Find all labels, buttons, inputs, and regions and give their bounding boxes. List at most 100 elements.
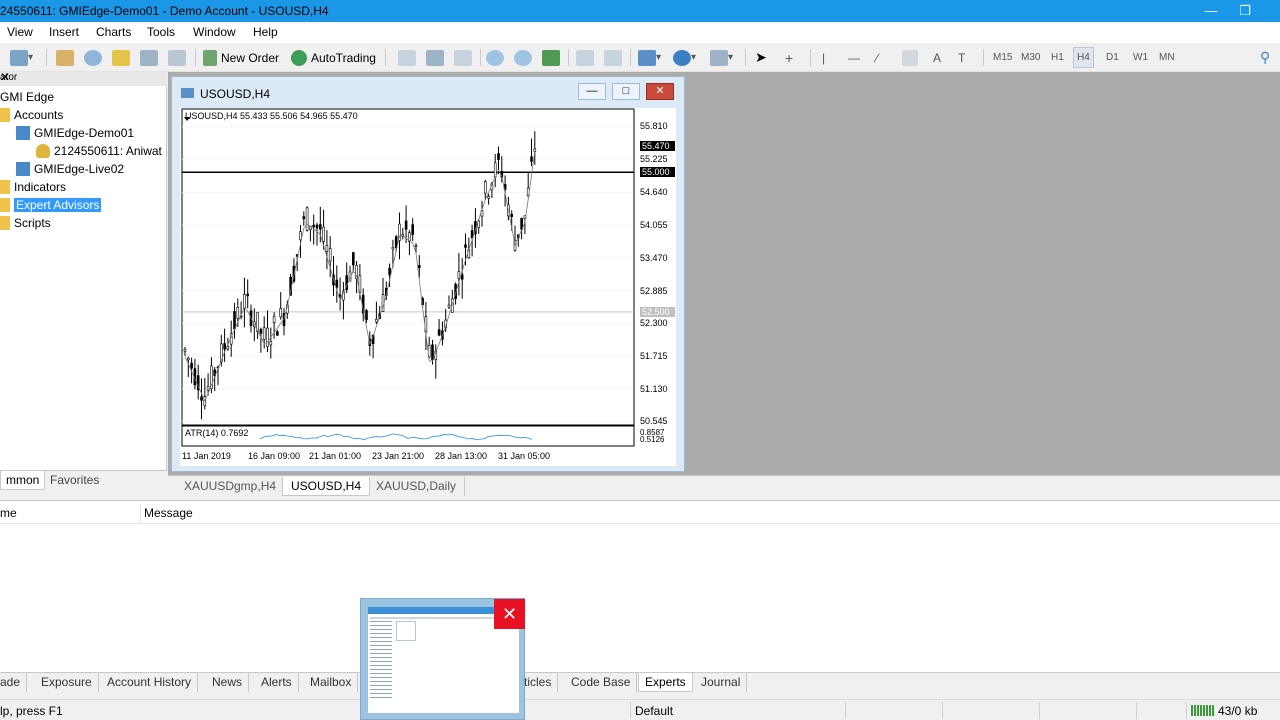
thumbnail-close-icon[interactable]: ✕ [494, 599, 525, 629]
new-order-button[interactable]: New Order [203, 47, 279, 68]
cursor-button[interactable]: ➤ [755, 47, 767, 68]
chart-tab-xauusd-daily[interactable]: XAUUSD,Daily [368, 477, 466, 496]
tree-root[interactable]: GMI Edge [0, 88, 54, 105]
line-chart-icon [454, 49, 472, 66]
price-tick: 52.300 [640, 318, 668, 328]
new-chart-button[interactable]: ▾ [10, 47, 33, 68]
tab-code-base[interactable]: Code Base [565, 673, 638, 692]
bar-chart-button[interactable] [398, 47, 416, 68]
zoom-in-button[interactable] [486, 47, 504, 68]
data-window-button[interactable] [84, 47, 102, 68]
crosshair-button[interactable]: + [785, 47, 793, 68]
indicators-button[interactable]: ▾ [638, 47, 661, 68]
tab-trade[interactable]: ade [0, 673, 28, 692]
terminal-button[interactable] [140, 47, 158, 68]
title-bar[interactable]: 24550611: GMIEdge-Demo01 - Demo Account … [0, 0, 1280, 22]
menu-view[interactable]: View [7, 25, 33, 39]
search-button[interactable]: ⚲ [1260, 47, 1270, 68]
tree-expert-advisors[interactable]: Expert Advisors [0, 196, 102, 213]
candle-body [464, 244, 467, 248]
channel-button[interactable] [902, 47, 918, 68]
crosshair-icon [84, 49, 102, 66]
vertical-line-button[interactable]: | [822, 47, 825, 68]
menu-charts[interactable]: Charts [96, 25, 131, 39]
taskbar-thumbnail[interactable]: ✕ [360, 598, 525, 720]
candlestick-button[interactable] [426, 47, 444, 68]
periods-button[interactable]: ▾ [673, 47, 696, 68]
strategy-tester-button[interactable] [168, 47, 186, 68]
tree-scripts[interactable]: Scripts [0, 214, 51, 231]
candle-body [315, 224, 319, 229]
column-time[interactable]: me [0, 506, 17, 520]
status-help: lp, press F1 [0, 704, 63, 718]
chart-close-button[interactable]: ✕ [646, 83, 674, 100]
price-chart[interactable] [180, 108, 676, 466]
text-button[interactable]: A [933, 47, 941, 68]
chart-window[interactable]: USOUSD,H4 — □ ✕ USOUSD,H4 55.433 55.506 … [171, 76, 685, 472]
tab-mailbox[interactable]: Mailbox [304, 673, 359, 692]
chart-maximize-button[interactable]: □ [612, 83, 640, 100]
timeframe-m30[interactable]: M30 [1021, 47, 1040, 68]
tab-news[interactable]: News [206, 673, 250, 692]
tree-demo-login[interactable]: 2124550611: Aniwat [36, 142, 162, 159]
tab-account-history[interactable]: Account History [101, 673, 199, 692]
status-profile[interactable]: Default [635, 704, 673, 718]
line-chart-button[interactable] [454, 47, 472, 68]
tab-favorites[interactable]: Favorites [45, 471, 104, 490]
chart-tab-usousd[interactable]: USOUSD,H4 [282, 477, 371, 496]
market-watch-button[interactable] [56, 47, 74, 68]
bar-chart-icon [398, 49, 416, 66]
tab-journal[interactable]: Journal [695, 673, 748, 692]
timeframe-h4[interactable]: H4 [1073, 47, 1094, 68]
candle-body [460, 274, 464, 280]
price-tick: 53.470 [640, 253, 668, 263]
timeframe-d1[interactable]: D1 [1106, 47, 1119, 68]
tab-common[interactable]: mmon [0, 471, 46, 490]
text-label-icon: T [958, 50, 966, 65]
tab-alerts[interactable]: Alerts [255, 673, 299, 692]
chart-tab-xauusdgmp[interactable]: XAUUSDgmp,H4 [176, 477, 286, 496]
navigator-tabs: mmon Favorites [0, 470, 167, 490]
zoom-out-button[interactable] [514, 47, 532, 68]
candle-body [431, 344, 434, 361]
candle-body [457, 271, 461, 279]
tree-demo-account[interactable]: GMIEdge-Demo01 [16, 124, 134, 141]
chart-icon [181, 88, 194, 98]
tab-experts[interactable]: Experts [638, 673, 693, 692]
timeframe-w1[interactable]: W1 [1133, 47, 1148, 68]
text-label-button[interactable]: T [958, 47, 965, 68]
tab-exposure[interactable]: Exposure [35, 673, 99, 692]
navigator-panel: ator ✕ GMI Edge Accounts GMIEdge-Demo01 … [0, 70, 167, 490]
candle-body [183, 348, 187, 352]
terminal-panel: me Message [0, 500, 1280, 672]
chart-minimize-button[interactable]: — [578, 83, 606, 100]
navigator-close-icon[interactable]: ✕ [0, 70, 164, 84]
templates-button[interactable]: ▾ [710, 47, 733, 68]
menu-help[interactable]: Help [253, 25, 278, 39]
menu-insert[interactable]: Insert [49, 25, 79, 39]
menu-window[interactable]: Window [193, 25, 236, 39]
chart-area[interactable]: USOUSD,H4 55.433 55.506 54.965 55.470 AT… [180, 108, 676, 466]
timeframe-m15[interactable]: M15 [993, 47, 1012, 68]
restore-button[interactable]: ❐ [1222, 0, 1268, 22]
time-tick: 21 Jan 01:00 [309, 451, 362, 461]
menu-tools[interactable]: Tools [147, 25, 175, 39]
navigator-button[interactable] [112, 47, 130, 68]
chart-shift-button[interactable] [604, 47, 622, 68]
tree-indicators[interactable]: Indicators [0, 178, 66, 195]
autotrading-button[interactable]: AutoTrading [291, 47, 376, 68]
column-message[interactable]: Message [144, 506, 193, 520]
trendline-button[interactable]: ∕ [876, 47, 878, 68]
price-tick: 55.810 [640, 121, 668, 131]
horizontal-line-button[interactable]: — [848, 47, 860, 68]
tree-accounts[interactable]: Accounts [0, 106, 63, 123]
chart-window-titlebar[interactable]: USOUSD,H4 — □ ✕ [172, 77, 684, 107]
candle-body [312, 224, 315, 228]
auto-scroll-button[interactable] [576, 47, 594, 68]
tile-windows-button[interactable] [542, 47, 560, 68]
candle-body [187, 357, 190, 361]
tree-live-account[interactable]: GMIEdge-Live02 [16, 160, 124, 177]
timeframe-mn[interactable]: MN [1159, 47, 1175, 68]
candle-body [246, 293, 249, 297]
timeframe-h1[interactable]: H1 [1051, 47, 1064, 68]
